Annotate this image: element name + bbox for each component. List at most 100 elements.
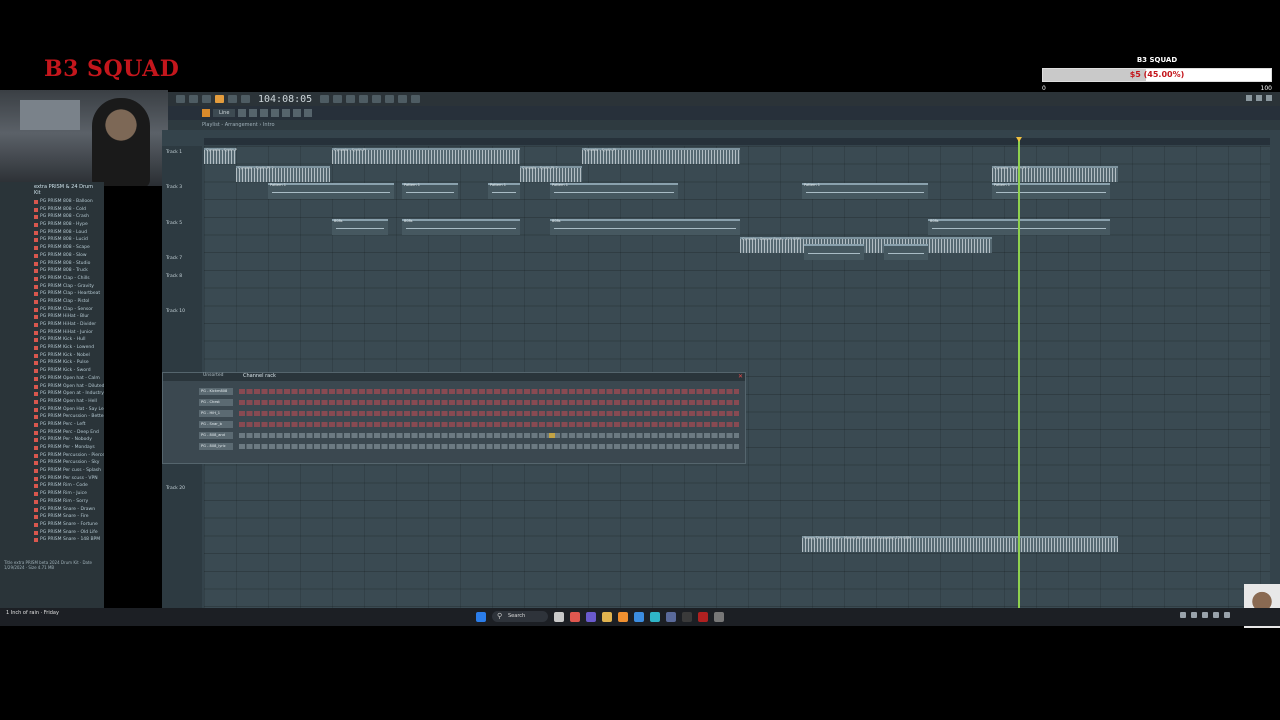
playlist-clip[interactable]: Pattern 1 <box>268 183 394 200</box>
close-icon[interactable]: ✕ <box>738 373 743 381</box>
browser-icon[interactable] <box>398 95 408 103</box>
close-icon[interactable] <box>1266 95 1272 101</box>
browser-item[interactable]: PG PRISM Rim - Sorry <box>0 498 104 506</box>
select-tool-icon[interactable] <box>282 109 291 117</box>
browser-item[interactable]: PG PRISM Clap - Heartbeat <box>0 290 104 298</box>
playlist-clip[interactable]: Cynoeia - Synth Pt 2 <box>236 165 330 182</box>
browser-item[interactable]: PG PRISM HiHat - Blur <box>0 313 104 321</box>
tempo-button[interactable] <box>202 95 211 103</box>
browser-item[interactable]: PG PRISM Perc - Deep End <box>0 429 104 437</box>
browser-item[interactable]: PG PRISM Rim - Code <box>0 482 104 490</box>
browser-item[interactable]: PG PRISM Snare - Old Life <box>0 529 104 537</box>
fl-studio-taskbar-icon[interactable] <box>618 611 628 622</box>
browser-item[interactable]: PG PRISM 808 - Scape <box>0 244 104 252</box>
browser-item[interactable]: PG PRISM Clap - Sensor <box>0 306 104 314</box>
browser-item[interactable]: PG PRISM Open at - Industry <box>0 390 104 398</box>
browser-item[interactable]: PG PRISM Snare - 148 BPM <box>0 536 104 544</box>
app-icon-7[interactable] <box>714 611 724 622</box>
browser-item[interactable]: PG PRISM Per - Mondays <box>0 444 104 452</box>
step-sequencer[interactable] <box>239 422 739 427</box>
browser-item[interactable]: PG PRISM Clap - Chills <box>0 275 104 283</box>
browser-item[interactable]: PG PRISM Open hat - Hell <box>0 398 104 406</box>
playback-tool-icon[interactable] <box>304 109 313 117</box>
browser-item[interactable]: PG PRISM Per scuss - VPN <box>0 475 104 483</box>
browser-item[interactable]: PG PRISM Percussion - Sky <box>0 459 104 467</box>
app-icon-5[interactable] <box>682 611 692 622</box>
weather-widget[interactable]: 1 Inch of rain · Friday <box>6 610 59 616</box>
menu-icon[interactable] <box>176 95 185 103</box>
metronome-icon[interactable] <box>346 95 356 103</box>
delete-tool-icon[interactable] <box>249 109 258 117</box>
zoom-tool-icon[interactable] <box>293 109 302 117</box>
track-header[interactable]: Track 3 <box>166 185 182 190</box>
maximize-icon[interactable] <box>1256 95 1262 101</box>
playlist-clip[interactable]: Pattern 1 <box>992 183 1110 200</box>
browser-item[interactable]: PG PRISM Percussion - Pierce <box>0 452 104 460</box>
browser-item[interactable]: PG PRISM Kick - Pulse <box>0 359 104 367</box>
channel-button[interactable]: PG - Kickm808 <box>199 388 233 395</box>
edge-icon[interactable] <box>650 611 660 622</box>
browser-folder[interactable]: extra PRISM & 24 Drum Kit <box>0 182 104 198</box>
playlist-clip[interactable]: Pattern 1 <box>488 183 520 200</box>
notification-icon[interactable] <box>1224 612 1230 618</box>
step-sequencer[interactable] <box>239 433 739 438</box>
browser-item[interactable]: PG PRISM Rim - Juice <box>0 490 104 498</box>
browser-item[interactable]: PG PRISM Per - Nobody <box>0 436 104 444</box>
channel-button[interactable]: PG - Chest <box>199 399 233 406</box>
playlist-clip[interactable]: Cynoeia - Synth Pt 2 <box>520 165 582 182</box>
browser-item[interactable]: PG PRISM Snare - Fire <box>0 513 104 521</box>
browser-item[interactable]: PG PRISM 808 - Slow <box>0 252 104 260</box>
timeline-ruler[interactable] <box>204 138 1270 145</box>
browser-item[interactable]: PG PRISM Snare - Fortune <box>0 521 104 529</box>
battery-icon[interactable] <box>1213 612 1219 618</box>
step-sequencer[interactable] <box>239 389 739 394</box>
channel-button[interactable]: PG - Snar_b <box>199 421 233 428</box>
slice-tool-icon[interactable] <box>271 109 280 117</box>
app-icon-3[interactable] <box>634 611 644 622</box>
paint-tool-icon[interactable] <box>238 109 247 117</box>
browser-item[interactable]: PG PRISM Kick - Lowend <box>0 344 104 352</box>
track-header[interactable]: Track 1 <box>166 150 182 155</box>
playlist-clip[interactable]: 808s <box>332 218 388 235</box>
browser-item[interactable]: PG PRISM Kick - Nobel <box>0 352 104 360</box>
browser-item[interactable]: PG PRISM 808 - Crash <box>0 213 104 221</box>
track-header[interactable]: Track 10 <box>166 309 185 314</box>
browser-item[interactable]: PG PRISM 808 - Studio <box>0 260 104 268</box>
browser-item[interactable]: PG PRISM Open hat - Calm <box>0 375 104 383</box>
mixer-icon[interactable] <box>359 95 369 103</box>
step-sequencer[interactable] <box>239 400 739 405</box>
browser-item[interactable]: PG PRISM 808 - Lucid <box>0 236 104 244</box>
browser-item[interactable]: PG PRISM HiHat - Divider <box>0 321 104 329</box>
track-header[interactable]: Track 20 <box>166 486 185 491</box>
taskbar-search[interactable]: Search <box>492 611 548 622</box>
playlist-clip[interactable]: Young Thug & Future - Money By Blessed (… <box>802 535 1118 552</box>
snap-mode[interactable]: Line <box>213 109 236 117</box>
playlist-clip[interactable]: Pattern 1 <box>802 183 928 200</box>
mute-tool-icon[interactable] <box>260 109 269 117</box>
playlist-clip[interactable] <box>804 244 864 261</box>
app-icon-4[interactable] <box>666 611 676 622</box>
plugin-icon[interactable] <box>411 95 421 103</box>
step-sequencer[interactable] <box>239 411 739 416</box>
channel-button[interactable]: PG - 808_lyric <box>199 443 233 450</box>
playhead-marker[interactable] <box>1016 137 1022 142</box>
browser-item[interactable]: PG PRISM Open hat - Diluted <box>0 383 104 391</box>
record-button[interactable] <box>241 95 250 103</box>
stop-button[interactable] <box>228 95 237 103</box>
channel-rack-icon[interactable] <box>385 95 395 103</box>
browser-item[interactable]: PG PRISM 808 - Hype <box>0 221 104 229</box>
browser-item[interactable]: PG PRISM 808 - Loud <box>0 229 104 237</box>
browser-item[interactable]: PG PRISM Perc - Left <box>0 421 104 429</box>
playlist-clip[interactable]: Cynoeia - Synth Pt <box>204 148 237 164</box>
browser-item[interactable]: PG PRISM Open Hat - Say Less <box>0 406 104 414</box>
playlist-clip[interactable]: 808s <box>402 218 520 235</box>
playlist-clip[interactable] <box>884 244 928 261</box>
browser-item[interactable]: PG PRISM Kick - Sword <box>0 367 104 375</box>
browser-item[interactable]: PG PRISM Per cuss - Splash <box>0 467 104 475</box>
browser-item[interactable]: PG PRISM 808 - Cold <box>0 206 104 214</box>
channel-group-select[interactable]: Unsorted <box>203 373 223 378</box>
network-icon[interactable] <box>1191 612 1197 618</box>
playlist-clip[interactable]: 808s <box>550 218 740 235</box>
chevron-up-icon[interactable] <box>1180 612 1186 618</box>
playlist-clip[interactable]: Cynoeia - Synth Pt <box>582 148 740 164</box>
